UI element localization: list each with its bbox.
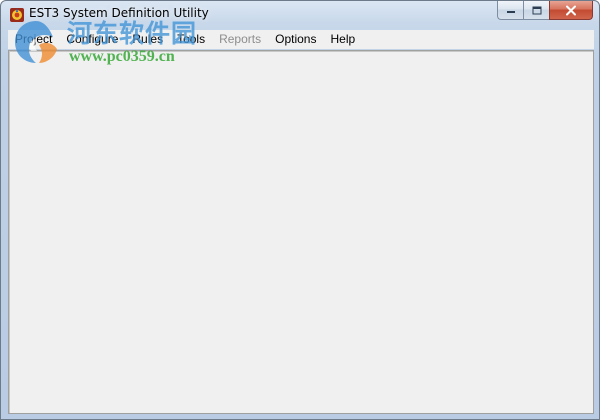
watermark-site-name: 河东软件园: [67, 19, 198, 48]
watermark-url: www.pc0359.cn: [69, 48, 175, 65]
menu-help[interactable]: Help: [323, 30, 362, 49]
swirl-logo-icon: [15, 21, 57, 63]
caption-buttons: [497, 1, 593, 21]
maximize-icon: [532, 6, 541, 14]
maximize-button[interactable]: [523, 1, 549, 20]
menu-options[interactable]: Options: [268, 30, 323, 49]
app-window: EST3 System Definition Utility Project C…: [0, 0, 600, 420]
close-button[interactable]: [549, 1, 593, 20]
client-area[interactable]: [8, 50, 594, 414]
minimize-button[interactable]: [497, 1, 523, 20]
minimize-icon: [506, 11, 515, 13]
close-icon: [566, 5, 576, 15]
menu-reports[interactable]: Reports: [212, 30, 268, 49]
